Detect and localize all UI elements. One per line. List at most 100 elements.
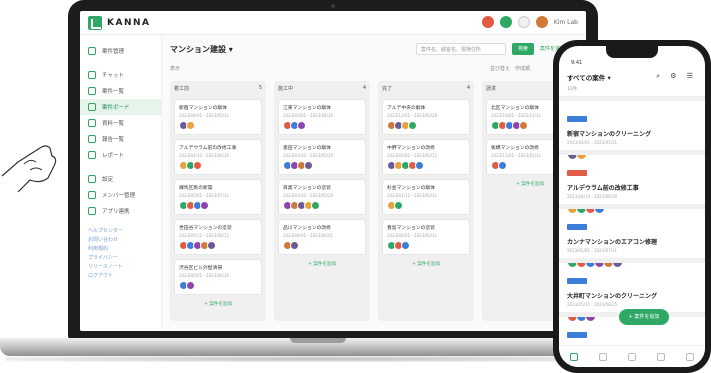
help-icon[interactable]	[499, 16, 512, 28]
avatar[interactable]	[535, 16, 548, 28]
sidebar-item-reports[interactable]: 報告一覧	[80, 131, 161, 147]
project-card[interactable]: 杉並マンションの解体 2023/01/15 - 2023/03/31	[382, 179, 470, 215]
project-card[interactable]: 新宿マンションの解体 2023/04/01 - 2023/05/31	[174, 99, 262, 135]
card-dates: 2023/03/20 - 2023/05/20	[283, 193, 334, 198]
board-column: 施工中 4 江東マンションの解体 2023/03/01 - 2023/04/30 墨田マ…	[274, 81, 370, 321]
avatar	[415, 161, 424, 170]
project-card[interactable]: アルデ中央の解体 2022/12/01 - 2023/02/28	[382, 99, 470, 135]
project-card[interactable]: 目黒マンションの塗装 2023/03/20 - 2023/05/20	[278, 179, 366, 215]
assignee-avatars	[283, 121, 306, 130]
card-title: 目黒マンションの塗装	[283, 186, 331, 191]
card-dates: 2023/01/15 - 2023/03/31	[387, 193, 438, 198]
project-card[interactable]: 渋谷区ビル外壁清掃 2023/06/01 - 2023/06/30	[174, 259, 262, 295]
settings-icon[interactable]	[517, 16, 530, 28]
footer-link[interactable]: ヘルプセンター	[80, 227, 161, 236]
avatar	[186, 121, 195, 130]
status-tag	[567, 224, 587, 230]
footer-link[interactable]: ログアウト	[80, 272, 161, 281]
project-card[interactable]: 練馬区民の新築 2023/05/01 - 2023/07/31	[174, 179, 262, 215]
project-card[interactable]: 墨田マンションの解体 2023/03/10 - 2023/05/10	[278, 139, 366, 175]
card-title: 杉並マンションの解体	[387, 186, 435, 191]
card-title: アルデ中央の解体	[387, 106, 426, 111]
page-title[interactable]: マンション建設 ▾	[170, 44, 233, 55]
phone-bottom-nav	[559, 345, 705, 367]
user-name[interactable]: Kim Lab	[554, 19, 578, 26]
sidebar-item-settings[interactable]: 設定	[80, 171, 161, 187]
phone-screen: 9:41 すべての案件 ▾ ⌕ ⚙ ☰ 12件 新宿マンションのクリーニング 20…	[559, 46, 705, 367]
sidebar-item-chat[interactable]: チャット	[80, 67, 161, 83]
card-title: 豊島マンションの塗装	[387, 226, 435, 231]
column-name: 完了	[382, 86, 393, 92]
sidebar-item-board[interactable]: 案件ボード	[80, 99, 161, 115]
column-header[interactable]: 着工前 5	[174, 85, 262, 95]
footer-link[interactable]: お問い合わせ	[80, 236, 161, 245]
project-card[interactable]: 豊島マンションの塗装 2023/02/01 - 2023/03/31	[382, 219, 470, 255]
card-title: 渋谷区ビル外壁清掃	[179, 266, 223, 271]
add-card-button[interactable]: + 案件を追加	[174, 301, 262, 307]
sort-label[interactable]: 並び替え 作成順	[490, 65, 530, 72]
sidebar-item-integrations[interactable]: アプリ連携	[80, 203, 161, 219]
phone-project-card[interactable]: カンナマンションのエアコン修理 2023/05/01 - 2023/07/31	[559, 204, 705, 268]
phone-project-card[interactable]: アルデウラム前の改修工事 2023/04/10 - 2023/06/30	[559, 150, 705, 214]
board-icon	[88, 103, 96, 111]
add-card-button[interactable]: + 案件を追加	[382, 261, 470, 267]
app-header: KANNA Kim Lab	[80, 11, 586, 35]
status-tag	[567, 332, 587, 338]
nav-bell-icon[interactable]	[657, 352, 666, 361]
phone-header-icons[interactable]: ⌕ ⚙ ☰	[656, 72, 697, 81]
footer-link[interactable]: 利用規約	[80, 245, 161, 254]
card-title: 中野マンションの改修	[387, 146, 435, 151]
card-dates: 2023/04/01 - 2023/05/31	[179, 113, 230, 118]
nav-chat-icon[interactable]	[598, 352, 607, 361]
column-header[interactable]: 完了 4	[382, 85, 470, 95]
notification-icon[interactable]	[481, 16, 494, 28]
assignee-avatars	[179, 281, 195, 290]
filter-label[interactable]: 表示	[170, 66, 180, 72]
status-tag	[567, 278, 587, 284]
search-button[interactable]: 検索	[512, 43, 534, 55]
logo-text: KANNA	[107, 18, 151, 28]
avatar	[290, 241, 299, 250]
card-title: カンナマンションのエアコン修理	[567, 239, 658, 246]
search-input[interactable]: 案件名、顧客名、現場住所	[416, 43, 506, 55]
app-logo[interactable]: KANNA	[88, 16, 150, 30]
sidebar-item-projects[interactable]: 案件管理	[80, 43, 161, 59]
avatar	[297, 121, 306, 130]
footer-link[interactable]: プライバシー	[80, 254, 161, 263]
add-project-fab[interactable]: + 案件を追加	[619, 309, 669, 325]
nav-menu-icon[interactable]	[686, 352, 695, 361]
phone-project-card[interactable]: 新宿マンションのクリーニング 2023/04/01 - 2023/05/31	[559, 96, 705, 160]
camera-dot	[331, 4, 335, 8]
project-card[interactable]: 中野マンションの改修 2023/01/05 - 2023/03/15	[382, 139, 470, 175]
column-count: 4	[362, 85, 366, 91]
card-dates: 2023/05/15 - 2023/08/15	[567, 302, 618, 307]
phone-project-card[interactable]: 大井町マンションのクリーニング 2023/05/15 - 2023/08/15	[559, 258, 705, 322]
project-card[interactable]: 世田谷マンションの塗装 2023/05/15 - 2023/08/15	[174, 219, 262, 255]
card-dates: 2023/03/01 - 2023/04/30	[283, 113, 334, 118]
sidebar-item-members[interactable]: メンバー管理	[80, 187, 161, 203]
sidebar-item-list[interactable]: 案件一覧	[80, 83, 161, 99]
nav-home-icon[interactable]	[569, 352, 578, 361]
project-card[interactable]: 品川マンションの改修 2023/04/01 - 2023/06/01	[278, 219, 366, 255]
column-count: 4	[466, 85, 470, 91]
report-icon	[88, 135, 96, 143]
avatar	[394, 201, 403, 210]
project-card[interactable]: アルデウラム前の改修工事 2023/04/10 - 2023/06/30	[174, 139, 262, 175]
logo-icon	[88, 16, 102, 30]
people-icon	[88, 191, 96, 199]
assignee-avatars	[283, 161, 313, 170]
assignee-avatars	[491, 161, 507, 170]
assignee-avatars	[387, 161, 424, 170]
nav-calendar-icon[interactable]	[627, 352, 636, 361]
project-card[interactable]: 江東マンションの解体 2023/03/01 - 2023/04/30	[278, 99, 366, 135]
board-toolbar: 表示 並び替え 作成順	[170, 65, 580, 72]
sidebar-item-documents[interactable]: 資料一覧	[80, 115, 161, 131]
column-header[interactable]: 施工中 4	[278, 85, 366, 95]
sidebar-item-report-view[interactable]: レポート	[80, 147, 161, 163]
avatar	[304, 161, 313, 170]
column-name: 請求	[486, 86, 497, 92]
footer-link[interactable]: リリースノート	[80, 263, 161, 272]
card-dates: 2023/04/01 - 2023/05/31	[567, 140, 618, 145]
add-card-button[interactable]: + 案件を追加	[278, 261, 366, 267]
card-dates: 2023/05/01 - 2023/07/31	[567, 248, 618, 253]
